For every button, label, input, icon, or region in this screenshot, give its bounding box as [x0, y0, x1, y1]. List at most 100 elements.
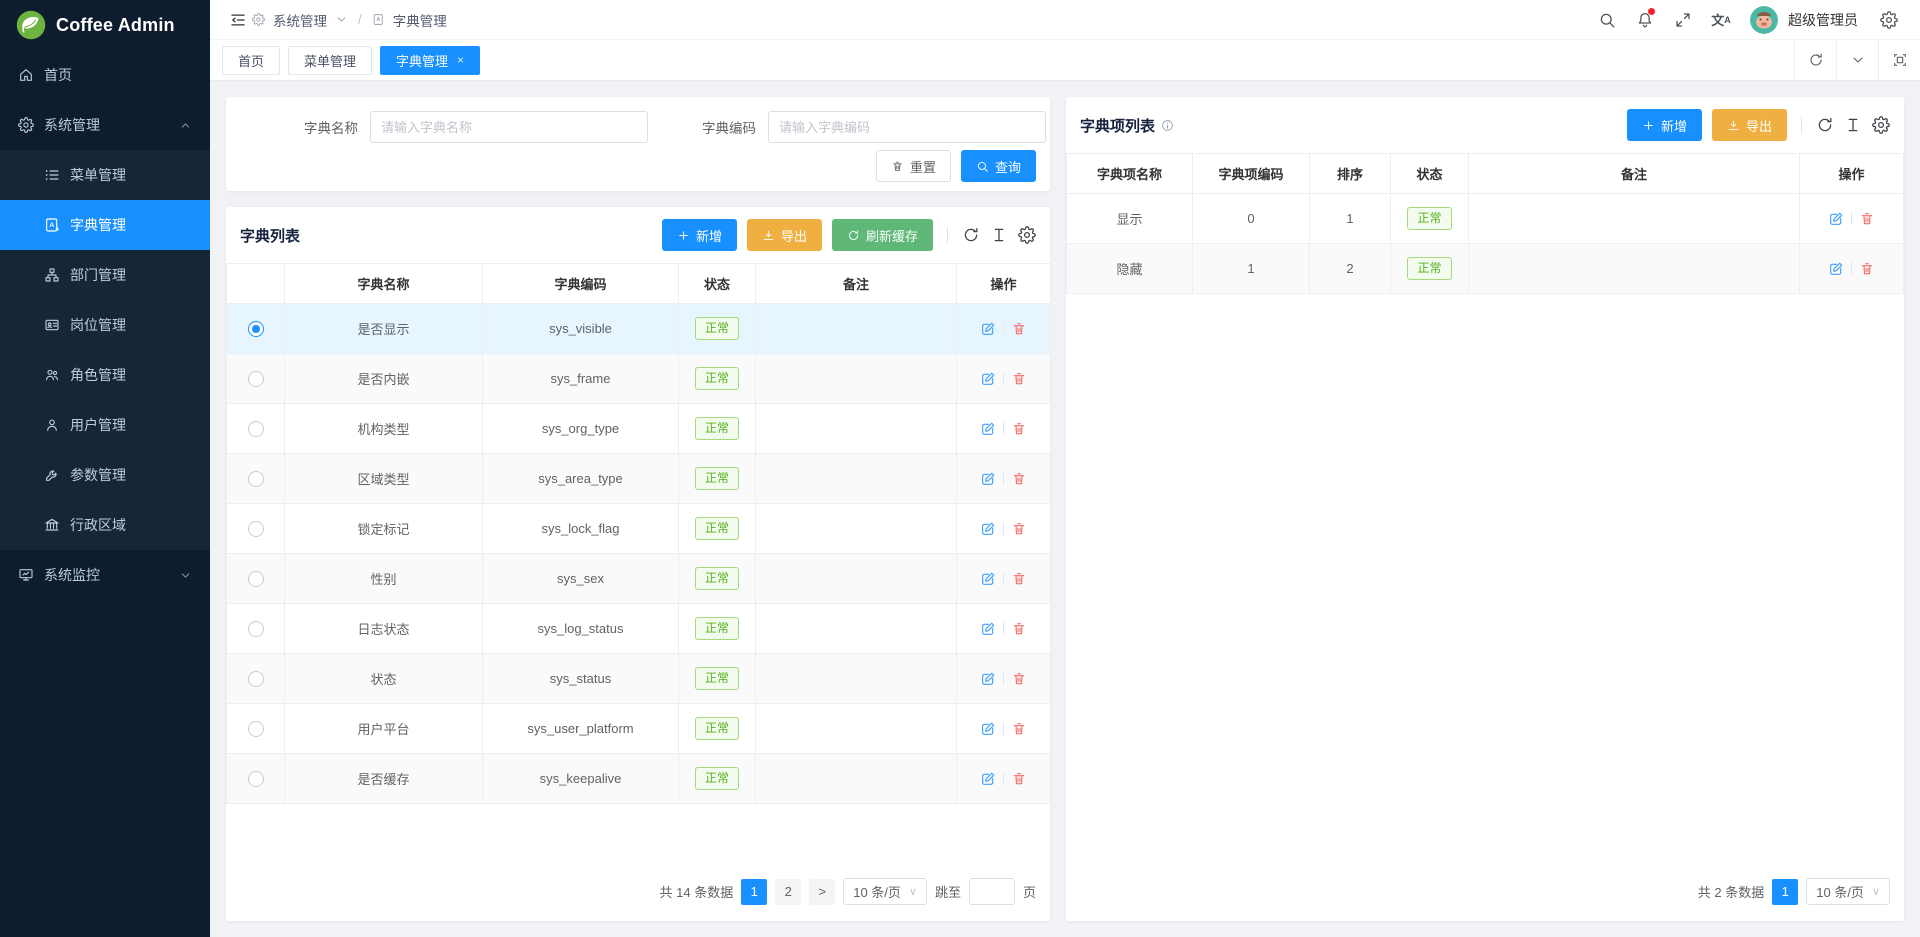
edit-icon[interactable] — [980, 721, 996, 737]
row-radio[interactable] — [248, 471, 264, 487]
row-radio[interactable] — [248, 571, 264, 587]
menu-fold-icon[interactable] — [224, 0, 252, 40]
sidebar-item-system[interactable]: 系统管理 — [0, 100, 210, 150]
edit-icon[interactable] — [980, 671, 996, 687]
add-button[interactable]: 新增 — [1627, 109, 1702, 141]
page-size-select[interactable]: 10 条/页∨ — [843, 878, 927, 905]
page-button-1[interactable]: 1 — [1772, 879, 1798, 905]
sidebar-item-home[interactable]: 首页 — [0, 50, 210, 100]
edit-icon[interactable] — [980, 471, 996, 487]
row-radio[interactable] — [248, 771, 264, 787]
fullscreen-icon[interactable] — [1666, 0, 1700, 40]
sidebar-item-param-mgmt[interactable]: 参数管理 — [0, 450, 210, 500]
sidebar-item-menu-mgmt[interactable]: 菜单管理 — [0, 150, 210, 200]
refresh-cache-button[interactable]: 刷新缓存 — [832, 219, 933, 251]
delete-icon[interactable] — [1011, 571, 1027, 587]
search-button[interactable]: 查询 — [961, 150, 1036, 182]
table-row[interactable]: 锁定标记 sys_lock_flag 正常 — [227, 504, 1051, 554]
delete-icon[interactable] — [1011, 721, 1027, 737]
monitor-icon — [18, 567, 34, 583]
delete-icon[interactable] — [1859, 211, 1875, 227]
row-radio[interactable] — [248, 521, 264, 537]
sidebar-item-dict-mgmt[interactable]: A 字典管理 — [0, 200, 210, 250]
status-badge: 正常 — [695, 367, 739, 389]
delete-icon[interactable] — [1011, 521, 1027, 537]
user-name[interactable]: 超级管理员 — [1788, 10, 1858, 30]
edit-icon[interactable] — [980, 371, 996, 387]
reset-button[interactable]: 重置 — [876, 150, 951, 182]
edit-icon[interactable] — [1828, 211, 1844, 227]
page-button-2[interactable]: 2 — [775, 879, 801, 905]
delete-icon[interactable] — [1011, 471, 1027, 487]
table-row[interactable]: 显示 0 1 正常 — [1067, 194, 1904, 244]
column-height-icon[interactable] — [1844, 116, 1862, 134]
tab-dict-mgmt[interactable]: 字典管理× — [380, 46, 480, 75]
table-row[interactable]: 日志状态 sys_log_status 正常 — [227, 604, 1051, 654]
breadcrumb-level2[interactable]: 字典管理 — [393, 10, 447, 30]
sidebar-item-user-mgmt[interactable]: 用户管理 — [0, 400, 210, 450]
export-button[interactable]: 导出 — [1712, 109, 1787, 141]
table-row[interactable]: 是否内嵌 sys_frame 正常 — [227, 354, 1051, 404]
jump-page-input[interactable] — [969, 878, 1015, 905]
table-row[interactable]: 区域类型 sys_area_type 正常 — [227, 454, 1051, 504]
avatar[interactable] — [1750, 6, 1778, 34]
sidebar-item-role-mgmt[interactable]: 角色管理 — [0, 350, 210, 400]
gear-icon[interactable] — [1018, 226, 1036, 244]
edit-icon[interactable] — [980, 571, 996, 587]
column-height-icon[interactable] — [990, 226, 1008, 244]
refresh-icon[interactable] — [962, 226, 980, 244]
row-radio[interactable] — [248, 671, 264, 687]
row-radio[interactable] — [248, 421, 264, 437]
refresh-icon[interactable] — [1816, 116, 1834, 134]
next-page-button[interactable]: > — [809, 879, 835, 905]
gear-icon[interactable] — [1872, 116, 1890, 134]
delete-icon[interactable] — [1859, 261, 1875, 277]
delete-icon[interactable] — [1011, 371, 1027, 387]
table-row[interactable]: 用户平台 sys_user_platform 正常 — [227, 704, 1051, 754]
tab-home[interactable]: 首页 — [222, 46, 280, 75]
edit-icon[interactable] — [1828, 261, 1844, 277]
search-icon[interactable] — [1590, 0, 1624, 40]
edit-icon[interactable] — [980, 621, 996, 637]
row-radio[interactable] — [248, 721, 264, 737]
delete-icon[interactable] — [1011, 621, 1027, 637]
edit-icon[interactable] — [980, 771, 996, 787]
table-row[interactable]: 隐藏 1 2 正常 — [1067, 244, 1904, 294]
table-row[interactable]: 是否显示 sys_visible 正常 — [227, 304, 1051, 354]
page-size-select[interactable]: 10 条/页∨ — [1806, 878, 1890, 905]
tab-menu-mgmt[interactable]: 菜单管理 — [288, 46, 372, 75]
dict-code-input[interactable] — [768, 111, 1046, 143]
info-icon[interactable] — [1161, 119, 1174, 132]
edit-icon[interactable] — [980, 521, 996, 537]
bell-icon[interactable] — [1628, 0, 1662, 40]
dict-name-input[interactable] — [370, 111, 648, 143]
delete-icon[interactable] — [1011, 771, 1027, 787]
delete-icon[interactable] — [1011, 421, 1027, 437]
row-radio[interactable] — [248, 371, 264, 387]
row-radio[interactable] — [248, 621, 264, 637]
gear-icon[interactable] — [1872, 0, 1906, 40]
sidebar-item-monitor[interactable]: 系统监控 — [0, 550, 210, 600]
delete-icon[interactable] — [1011, 321, 1027, 337]
edit-icon[interactable] — [980, 421, 996, 437]
chevron-down-icon[interactable] — [1836, 40, 1878, 80]
delete-icon[interactable] — [1011, 671, 1027, 687]
refresh-icon[interactable] — [1794, 40, 1836, 80]
export-button[interactable]: 导出 — [747, 219, 822, 251]
close-icon[interactable]: × — [457, 53, 464, 67]
sidebar-item-dept-mgmt[interactable]: 部门管理 — [0, 250, 210, 300]
sidebar-item-admin-region[interactable]: 行政区域 — [0, 500, 210, 550]
translate-icon[interactable]: 文A — [1704, 0, 1738, 40]
edit-icon[interactable] — [980, 321, 996, 337]
table-row[interactable]: 状态 sys_status 正常 — [227, 654, 1051, 704]
page-button-1[interactable]: 1 — [741, 879, 767, 905]
breadcrumb-level1[interactable]: 系统管理 — [273, 10, 327, 30]
row-radio[interactable] — [248, 321, 264, 337]
maximize-icon[interactable] — [1878, 40, 1920, 80]
column-header: 排序 — [1310, 154, 1391, 194]
table-row[interactable]: 是否缓存 sys_keepalive 正常 — [227, 754, 1051, 804]
table-row[interactable]: 性别 sys_sex 正常 — [227, 554, 1051, 604]
table-row[interactable]: 机构类型 sys_org_type 正常 — [227, 404, 1051, 454]
sidebar-item-post-mgmt[interactable]: 岗位管理 — [0, 300, 210, 350]
add-button[interactable]: 新增 — [662, 219, 737, 251]
